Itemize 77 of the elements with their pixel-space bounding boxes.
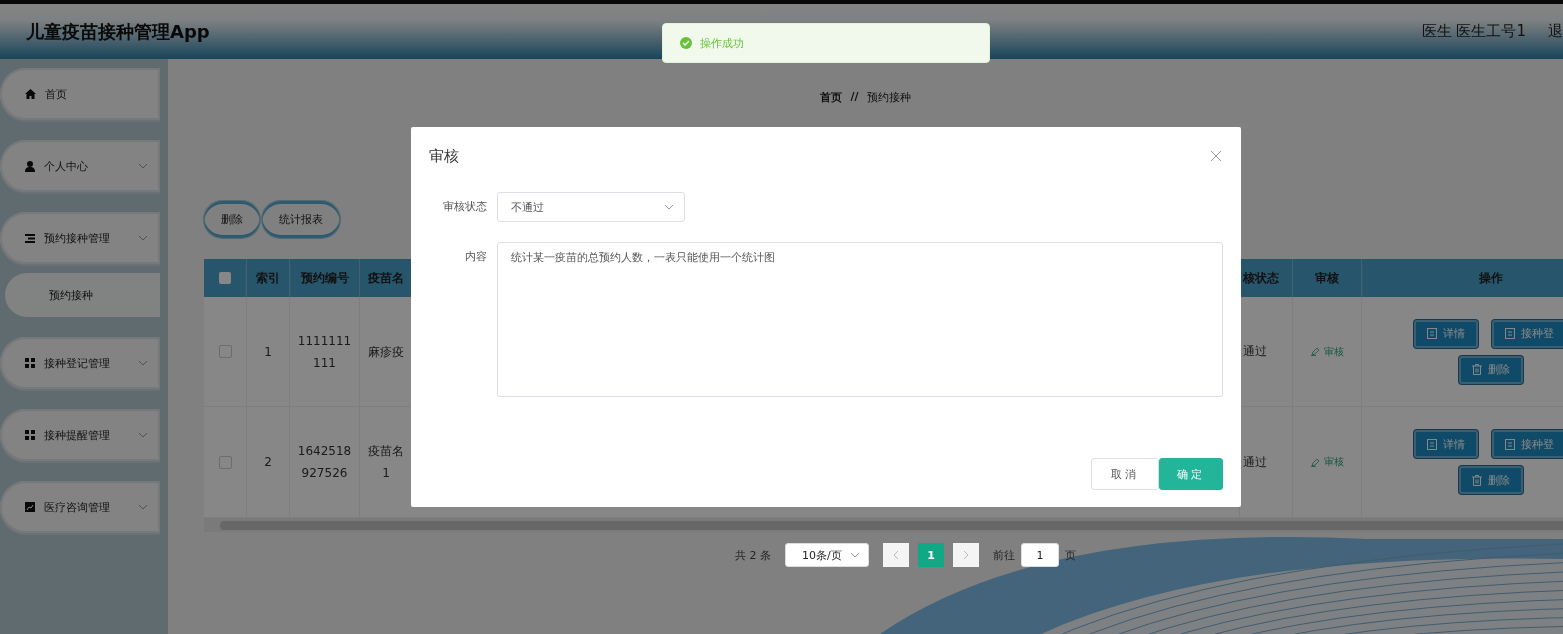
prev-page-button[interactable]	[883, 543, 909, 567]
page-number[interactable]: 1	[918, 543, 944, 567]
table-cell-text: 1111111111	[297, 332, 352, 372]
breadcrumb-link[interactable]: 首页	[820, 90, 843, 105]
total-count: 共 2 条	[735, 547, 771, 563]
trash-icon	[1471, 474, 1482, 486]
breadcrumb-separator: //	[850, 90, 859, 105]
delete-button[interactable]: 删除	[1458, 466, 1523, 494]
table-cell: 通过	[1243, 343, 1267, 360]
details-button[interactable]: 详情	[1414, 319, 1478, 348]
grid-icon	[25, 358, 35, 368]
content-field[interactable]: 统计某一疫苗的总预约人数，一表只能使用一个统计图	[497, 242, 1223, 397]
home-icon	[25, 89, 36, 99]
pencil-icon	[1310, 457, 1320, 467]
table-cell: 2	[264, 455, 272, 469]
chevron-right-icon	[963, 550, 969, 560]
close-icon	[1211, 150, 1221, 161]
chevron-down-icon	[850, 552, 860, 558]
status-select[interactable]: 不通过	[497, 192, 685, 222]
user-icon	[25, 160, 35, 172]
review-link[interactable]: 审核	[1310, 455, 1344, 469]
row-checkbox[interactable]	[218, 455, 232, 469]
next-page-button[interactable]	[953, 543, 979, 567]
grid-icon	[25, 430, 35, 440]
field-label: 内容	[464, 249, 487, 265]
logout-link[interactable]: 退	[1548, 22, 1563, 41]
list-icon	[25, 233, 35, 243]
sidebar-item[interactable]: 首页	[0, 68, 160, 120]
toolbar-button[interactable]: 删除	[204, 201, 260, 238]
document-icon	[1505, 328, 1515, 339]
page-size-select[interactable]: 10条/页	[785, 543, 869, 567]
column-header: 核状态	[1243, 269, 1279, 287]
check-circle-icon	[680, 37, 692, 49]
column-header: 审核	[1315, 269, 1339, 287]
column-header: 操作	[1478, 269, 1503, 287]
select-all-checkbox[interactable]	[219, 272, 231, 284]
sidebar-item[interactable]: 医疗咨询管理	[0, 481, 160, 533]
chevron-left-icon	[893, 550, 899, 560]
sidebar-item[interactable]: 预约接种管理	[0, 212, 160, 264]
user-name: 医生 医生工号1	[1421, 22, 1526, 41]
table-cell-text: 1642518927526	[297, 443, 352, 482]
field-label: 审核状态	[442, 199, 487, 215]
table-cell: 通过	[1243, 453, 1267, 471]
chevron-down-icon	[664, 204, 674, 210]
review-link[interactable]: 审核	[1310, 344, 1344, 359]
breadcrumb-current: 预约接种	[866, 90, 911, 105]
toast-message: 操作成功	[700, 35, 744, 51]
sidebar-item[interactable]: 接种提醒管理	[0, 409, 160, 461]
cancel-button[interactable]: 取消	[1091, 458, 1159, 490]
delete-button[interactable]: 删除	[1458, 355, 1523, 384]
confirm-button[interactable]: 确定	[1159, 458, 1223, 490]
table-cell-text: 麻疹疫	[367, 343, 404, 361]
toolbar-button[interactable]: 统计报表	[262, 201, 340, 238]
dialog-title: 审核	[429, 147, 459, 166]
column-header: 索引	[256, 269, 280, 287]
chart-icon	[25, 502, 35, 512]
page-input[interactable]: 1	[1021, 543, 1059, 567]
close-button[interactable]	[1211, 150, 1223, 163]
app-title: 儿童疫苗接种管理App	[26, 19, 210, 44]
register-button[interactable]: 接种登	[1492, 319, 1563, 348]
register-button[interactable]: 接种登	[1492, 430, 1563, 458]
sidebar-subitem[interactable]: 预约接种	[5, 273, 160, 317]
table-cell-text: 疫苗名 1	[367, 443, 404, 482]
column-header: 疫苗名	[368, 269, 404, 287]
document-icon	[1505, 438, 1515, 450]
pencil-icon	[1310, 347, 1320, 356]
row-checkbox[interactable]	[218, 345, 232, 358]
document-icon	[1427, 438, 1437, 450]
goto-label: 前往	[993, 547, 1015, 563]
sidebar-item[interactable]: 接种登记管理	[0, 337, 160, 389]
sidebar-item[interactable]: 个人中心	[0, 140, 160, 192]
page-suffix: 页	[1065, 547, 1076, 563]
details-button[interactable]: 详情	[1414, 430, 1478, 458]
trash-icon	[1471, 364, 1482, 375]
column-header: 预约编号	[300, 269, 349, 287]
document-icon	[1427, 328, 1437, 339]
table-cell: 1	[264, 344, 272, 359]
